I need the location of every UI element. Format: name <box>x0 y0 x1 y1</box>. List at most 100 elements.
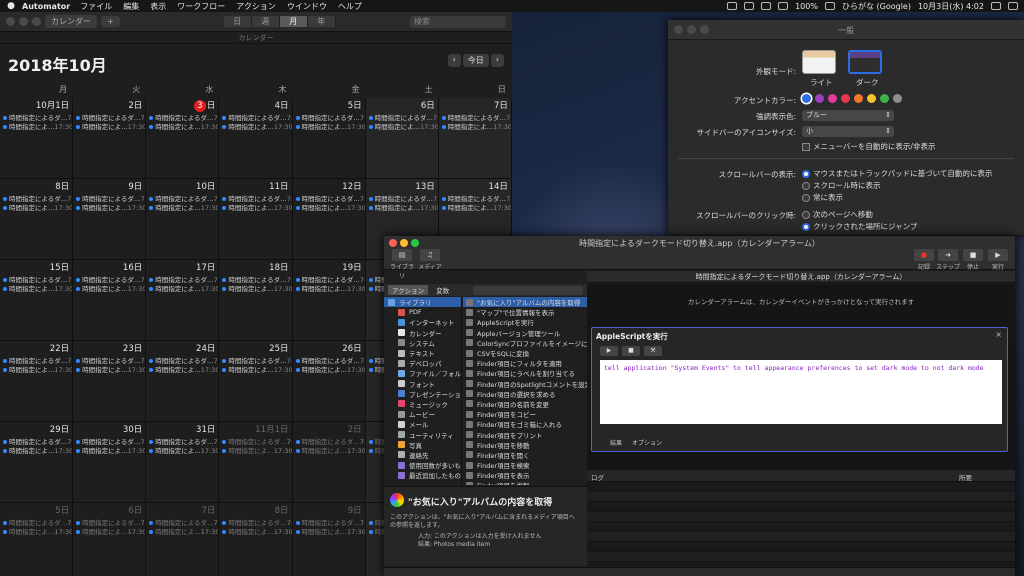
radio[interactable] <box>802 182 810 190</box>
library-item[interactable]: メール <box>384 419 461 429</box>
menu-file[interactable]: ファイル <box>80 1 112 12</box>
calendar-event[interactable]: 時間指定によ…17:30 <box>3 123 72 132</box>
menu-action[interactable]: アクション <box>236 1 276 12</box>
action-item[interactable]: Finder項目を表示 <box>463 470 587 480</box>
action-item[interactable]: Finder項目をゴミ箱に入れる <box>463 419 587 429</box>
calendar-event[interactable]: 時間指定によ…17:30 <box>149 123 218 132</box>
calendar-event[interactable]: 時間指定によ…17:30 <box>295 447 365 456</box>
calendar-event[interactable]: 時間指定によ…17:30 <box>3 528 72 537</box>
calendar-event[interactable]: 時間指定によ…17:30 <box>222 285 291 294</box>
prev-month-button[interactable]: ‹ <box>447 54 461 67</box>
day-cell[interactable]: 12日時間指定によるダ…7:30時間指定によ…17:30 <box>292 179 366 260</box>
calendars-button[interactable]: カレンダー <box>45 15 97 28</box>
options-tab[interactable]: オプション <box>632 438 662 447</box>
stop-script-icon[interactable]: ■ <box>622 346 640 356</box>
library-item[interactable]: ファイル／フォルダ <box>384 368 461 378</box>
calendar-event[interactable]: 時間指定によるダ…7:30 <box>441 114 511 123</box>
day-cell[interactable]: 24日時間指定によるダ…7:30時間指定によ…17:30 <box>146 341 220 422</box>
radio[interactable] <box>802 211 810 219</box>
day-cell[interactable]: 2日時間指定によるダ…7:30時間指定によ…17:30 <box>73 98 147 179</box>
day-cell[interactable]: 18日時間指定によるダ…7:30時間指定によ…17:30 <box>219 260 293 341</box>
run-script-icon[interactable]: ▶ <box>600 346 618 356</box>
library-item[interactable]: デベロッパ <box>384 358 461 368</box>
today-button[interactable]: 今日 <box>462 54 489 67</box>
tab-variables[interactable]: 変数 <box>432 285 453 295</box>
clock[interactable]: 10月3日(水) 4:02 <box>918 1 984 12</box>
library-item[interactable]: 使用回数が多いもの <box>384 460 461 470</box>
menu-view[interactable]: 表示 <box>150 1 166 12</box>
day-cell[interactable]: 5日時間指定によるダ…7:30時間指定によ…17:30 <box>0 503 74 576</box>
menubar-autohide-option[interactable]: メニューバーを自動的に表示/非表示 <box>802 141 935 152</box>
appearance-light-option[interactable] <box>802 50 836 74</box>
calendar-event[interactable]: 時間指定によるダ…7:30 <box>149 357 218 366</box>
calendar-event[interactable]: 時間指定によるダ…7:30 <box>295 357 365 366</box>
day-cell[interactable]: 10月1日時間指定によるダ…7:30時間指定によ…17:30 <box>0 98 74 179</box>
scroll-option-always[interactable]: 常に表示 <box>802 192 843 203</box>
zoom-button[interactable] <box>32 17 41 26</box>
menubar-autohide-checkbox[interactable] <box>802 143 810 151</box>
stop-icon[interactable]: ■ <box>963 249 983 261</box>
script-editor[interactable]: tell application "System Events" to tell… <box>600 360 1002 424</box>
accent-swatch[interactable] <box>854 94 863 103</box>
library-item[interactable]: ムービー <box>384 409 461 419</box>
screen-icon[interactable] <box>727 2 738 10</box>
day-cell[interactable]: 7日時間指定によるダ…7:30時間指定によ…17:30 <box>146 503 220 576</box>
action-item[interactable]: "マップ"で位置情報を表示 <box>463 307 587 317</box>
day-cell[interactable]: 10日時間指定によるダ…7:30時間指定によ…17:30 <box>146 179 220 260</box>
action-item[interactable]: Finder項目のSpotlightコメントを設定 <box>463 379 587 389</box>
calendar-event[interactable]: 時間指定によるダ…7:30 <box>222 195 291 204</box>
calendar-event[interactable]: 時間指定によ…17:30 <box>76 285 145 294</box>
accent-swatch[interactable] <box>880 94 889 103</box>
step-icon[interactable]: ➜ <box>938 249 958 261</box>
run-icon[interactable]: ▶ <box>988 249 1008 261</box>
day-cell[interactable]: 7日時間指定によるダ…7:30時間指定によ…17:30 <box>438 98 512 179</box>
calendar-event[interactable]: 時間指定によるダ…7:30 <box>149 195 218 204</box>
result-tab[interactable]: 結果 <box>610 438 622 447</box>
calendar-event[interactable]: 時間指定によるダ…7:30 <box>441 195 511 204</box>
action-item[interactable]: Finder項目にラベルを割り当てる <box>463 368 587 378</box>
calendar-event[interactable]: 時間指定によ…17:30 <box>368 204 438 213</box>
calendar-event[interactable]: 時間指定によるダ…7:30 <box>295 438 365 447</box>
calendar-event[interactable]: 時間指定によるダ…7:30 <box>3 195 72 204</box>
calendar-event[interactable]: 時間指定によるダ…7:30 <box>3 357 72 366</box>
view-year[interactable]: 年 <box>307 16 336 27</box>
list-icon[interactable] <box>1008 2 1018 10</box>
calendar-event[interactable]: 時間指定によるダ…7:30 <box>222 438 291 447</box>
calendar-event[interactable]: 時間指定によるダ…7:30 <box>76 438 145 447</box>
library-item[interactable]: 写真 <box>384 440 461 450</box>
sidebar-size-select[interactable]: 小 ⇕ <box>802 126 894 137</box>
calendar-event[interactable]: 時間指定によ…17:30 <box>149 447 218 456</box>
menu-edit[interactable]: 編集 <box>123 1 139 12</box>
next-month-button[interactable]: › <box>490 54 504 67</box>
action-item[interactable]: Appleバージョン管理ツール <box>463 328 587 338</box>
action-search-input[interactable] <box>473 285 583 295</box>
highlight-select[interactable]: ブルー ⇕ <box>802 110 894 121</box>
calendar-event[interactable]: 時間指定によ…17:30 <box>441 204 511 213</box>
calendar-event[interactable]: 時間指定によ…17:30 <box>295 285 365 294</box>
calendar-event[interactable]: 時間指定によるダ…7:30 <box>222 519 291 528</box>
dropbox-icon[interactable] <box>761 2 772 10</box>
menu-window[interactable]: ウインドウ <box>287 1 327 12</box>
calendar-event[interactable]: 時間指定によるダ…7:30 <box>295 114 365 123</box>
day-cell[interactable]: 9日時間指定によるダ…7:30時間指定によ…17:30 <box>293 503 366 576</box>
library-item[interactable]: 連絡先 <box>384 450 461 460</box>
calendar-event[interactable]: 時間指定によ…17:30 <box>222 123 291 132</box>
calendar-event[interactable]: 時間指定によるダ…7:30 <box>76 276 145 285</box>
library-item[interactable]: フォント <box>384 379 461 389</box>
calendar-event[interactable]: 時間指定によるダ…7:30 <box>76 357 145 366</box>
appearance-dark-option[interactable] <box>848 50 882 74</box>
day-cell[interactable]: 25日時間指定によるダ…7:30時間指定によ…17:30 <box>219 341 293 422</box>
calendar-event[interactable]: 時間指定によ…17:30 <box>3 366 72 375</box>
action-item[interactable]: Finder項目にフィルタを適用 <box>463 358 587 368</box>
library-item[interactable]: インターネット <box>384 317 461 327</box>
action-item[interactable]: Finder項目をプリント <box>463 429 587 440</box>
calendar-event[interactable]: 時間指定によるダ…7:30 <box>295 195 365 204</box>
calendar-event[interactable]: 時間指定によ…17:30 <box>222 204 291 213</box>
library-item[interactable]: ユーティリティ <box>384 429 461 440</box>
minimize-button[interactable] <box>19 17 28 26</box>
action-item[interactable]: "お気に入り"アルバムの内容を取得 <box>463 297 587 308</box>
library-item[interactable]: テキスト <box>384 348 461 358</box>
day-cell[interactable]: 15日時間指定によるダ…7:30時間指定によ…17:30 <box>0 260 74 341</box>
day-cell[interactable]: 26日時間指定によるダ…7:30時間指定によ…17:30 <box>292 341 366 422</box>
day-cell[interactable]: 9日時間指定によるダ…7:30時間指定によ…17:30 <box>73 179 147 260</box>
